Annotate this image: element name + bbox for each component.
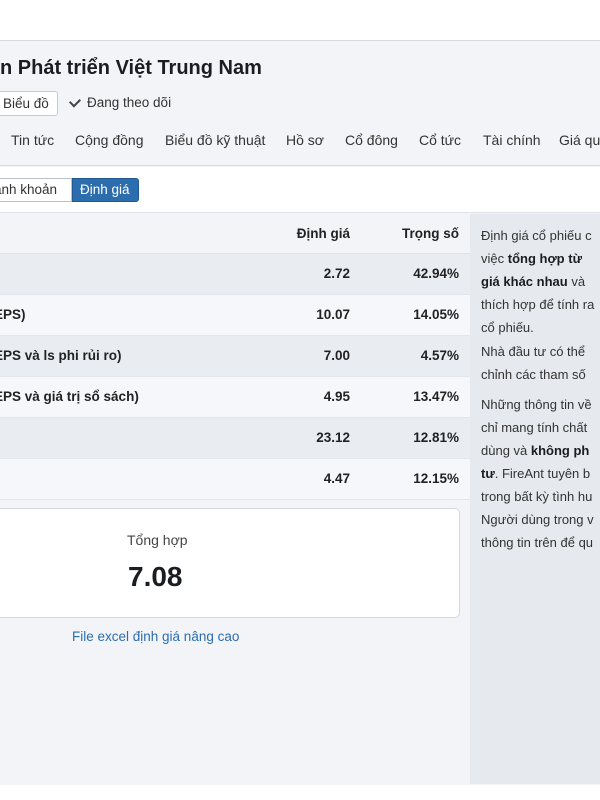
tab-finance[interactable]: Tài chính <box>483 132 541 148</box>
excel-valuation-link[interactable]: File excel định giá nâng cao <box>72 629 239 644</box>
summary-card: Tổng hợp 7.08 <box>0 508 460 618</box>
row-value: 10.07 <box>316 307 350 322</box>
row-value: 4.47 <box>323 471 350 486</box>
check-icon <box>68 94 82 108</box>
row-weight: 13.47% <box>413 389 459 404</box>
table-row: EPS) 10.07 14.05% <box>0 295 470 336</box>
top-bar <box>0 0 600 40</box>
info-paragraph-1: Định giá cổ phiếu c việc tổng hợp từ giá… <box>481 228 595 335</box>
row-value: 4.95 <box>323 389 350 404</box>
row-weight: 4.57% <box>420 348 459 363</box>
company-title: n Phát triển Việt Trung Nam <box>0 57 262 79</box>
tab-price[interactable]: Giá qu <box>559 132 600 148</box>
row-value: 7.00 <box>323 348 350 363</box>
row-weight: 14.05% <box>413 307 459 322</box>
tab-shareholders[interactable]: Cổ đông <box>345 132 398 148</box>
tab-profile[interactable]: Hồ sơ <box>286 132 324 148</box>
tab-bar: Tin tức Cộng đồng Biểu đồ kỹ thuật Hồ sơ… <box>0 132 600 166</box>
tab-dividends[interactable]: Cổ tức <box>419 132 461 148</box>
info-paragraph-2: Nhà đầu tư có thể chỉnh các tham số <box>481 344 586 382</box>
follow-label: Đang theo dõi <box>87 95 172 110</box>
follow-button[interactable]: Đang theo dõi <box>68 94 172 110</box>
tab-community[interactable]: Cộng đồng <box>75 132 144 148</box>
summary-label: Tổng hợp <box>127 532 188 548</box>
row-weight: 42.94% <box>413 266 459 281</box>
tab-news[interactable]: Tin tức <box>11 132 54 148</box>
valuation-table: Định giá Trọng số 2.72 42.94% EPS) 10.07… <box>0 214 470 500</box>
header-valuation: Định giá <box>296 226 350 241</box>
summary-value: 7.08 <box>128 561 183 592</box>
row-method: EPS và giá trị sổ sách) <box>0 389 139 404</box>
row-weight: 12.81% <box>413 430 459 445</box>
subtab-valuation[interactable]: Định giá <box>72 178 139 202</box>
chart-button[interactable]: Biểu đồ <box>0 91 58 116</box>
info-paragraph-3: Những thông tin về chỉ mang tính chất dù… <box>481 397 594 550</box>
header-weight: Trọng số <box>402 226 459 241</box>
table-row: 4.47 12.15% <box>0 459 470 500</box>
table-row: 2.72 42.94% <box>0 254 470 295</box>
row-method: EPS và ls phi rủi ro) <box>0 348 122 363</box>
row-weight: 12.15% <box>413 471 459 486</box>
table-row: EPS và ls phi rủi ro) 7.00 4.57% <box>0 336 470 377</box>
bottom-bar <box>0 785 600 800</box>
row-value: 2.72 <box>323 266 350 281</box>
subtab-liquidity[interactable]: anh khoản <box>0 178 72 202</box>
table-row: EPS và giá trị sổ sách) 4.95 13.47% <box>0 377 470 418</box>
row-value: 23.12 <box>316 430 350 445</box>
row-method: EPS) <box>0 307 26 322</box>
table-header: Định giá Trọng số <box>0 214 470 254</box>
tab-technical-chart[interactable]: Biểu đồ kỹ thuật <box>165 132 265 148</box>
table-row: 23.12 12.81% <box>0 418 470 459</box>
